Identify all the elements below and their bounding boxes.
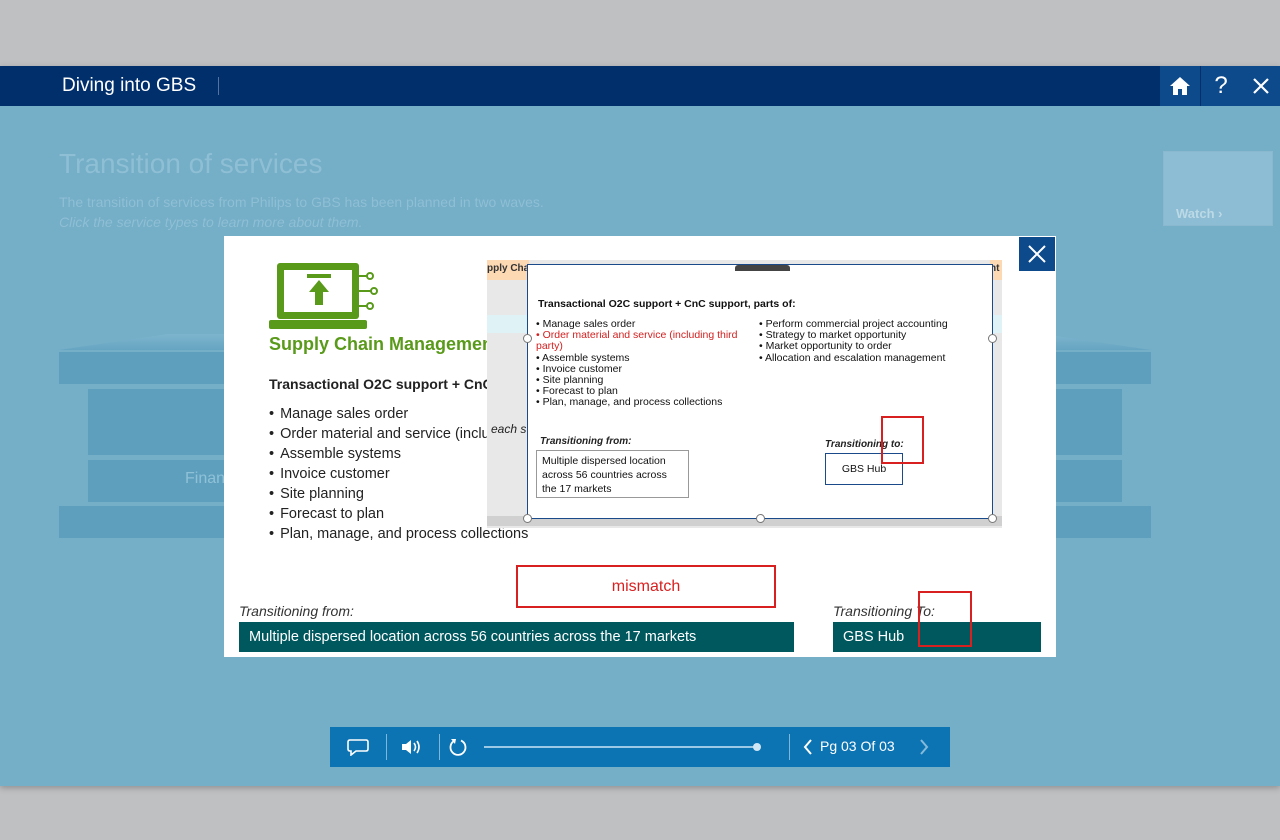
page-indicator: Pg 03 Of 03 xyxy=(820,738,895,754)
supply-chain-icon xyxy=(269,263,378,329)
previous-page-button[interactable] xyxy=(796,735,820,759)
replay-button[interactable] xyxy=(446,735,470,759)
resize-handle[interactable] xyxy=(523,514,532,523)
reference-list-right: Perform commercial project accountingStr… xyxy=(759,318,979,364)
comments-button[interactable] xyxy=(346,735,370,759)
resize-handle[interactable] xyxy=(988,334,997,343)
close-icon xyxy=(1028,245,1046,263)
reference-list-item: Market opportunity to order xyxy=(759,341,979,352)
to-red-highlight xyxy=(918,591,972,647)
watch-video-button[interactable]: Watch › xyxy=(1163,151,1273,226)
player-divider xyxy=(439,734,440,760)
progress-slider[interactable] xyxy=(484,743,762,751)
watch-label: Watch › xyxy=(1176,206,1223,221)
reference-screenshot: pply Chai nt each s Transactional O2C su… xyxy=(487,260,1002,528)
home-icon xyxy=(1170,77,1190,95)
reference-drag-handle[interactable] xyxy=(735,265,790,271)
resize-handle[interactable] xyxy=(988,514,997,523)
reference-list-item: Order material and service (including th… xyxy=(536,329,756,352)
transitioning-from-value: Multiple dispersed location across 56 co… xyxy=(239,622,794,652)
title-separator xyxy=(218,77,219,95)
mismatch-annotation: mismatch xyxy=(516,565,776,608)
chevron-right-icon xyxy=(920,739,929,755)
modal-subtitle: Transactional O2C support + CnC support,… xyxy=(269,376,491,392)
player-bar: Pg 03 Of 03 xyxy=(330,727,950,767)
title-bar: Diving into GBS ? xyxy=(0,66,1280,106)
reference-list-left: Manage sales orderOrder material and ser… xyxy=(536,318,756,409)
close-icon xyxy=(1253,78,1269,94)
modal-title: Supply Chain Management xyxy=(269,334,491,354)
replay-icon xyxy=(449,739,467,756)
service-detail-modal: Supply Chain Management Transactional O2… xyxy=(224,236,1056,657)
finance-label: Finan xyxy=(185,470,226,487)
reference-tab-left: pply Chai xyxy=(487,260,529,280)
reference-list-item: Allocation and escalation management xyxy=(759,352,979,364)
reference-fragment: each s xyxy=(491,422,527,436)
reference-from-value: Multiple dispersed location across 56 co… xyxy=(536,450,689,498)
reference-red-highlight xyxy=(881,416,924,464)
app-title: Diving into GBS xyxy=(62,75,197,96)
volume-button[interactable] xyxy=(400,735,424,759)
player-divider xyxy=(386,734,387,760)
resize-handle[interactable] xyxy=(523,334,532,343)
page-instruction: Click the service types to learn more ab… xyxy=(59,214,363,230)
reference-card: Transactional O2C support + CnC support,… xyxy=(523,264,997,523)
chevron-left-icon xyxy=(803,739,812,755)
reference-from-label: Transitioning from: xyxy=(540,436,632,447)
close-app-button[interactable] xyxy=(1241,66,1280,106)
reference-heading: Transactional O2C support + CnC support,… xyxy=(538,298,796,310)
close-modal-button[interactable] xyxy=(1019,237,1055,271)
player-divider xyxy=(789,734,790,760)
next-page-button[interactable] xyxy=(912,735,936,759)
page-heading: Transition of services xyxy=(59,148,323,179)
reference-list-item: Plan, manage, and process collections xyxy=(536,397,756,408)
home-button[interactable] xyxy=(1160,66,1200,106)
page-intro: The transition of services from Philips … xyxy=(59,194,544,210)
resize-handle[interactable] xyxy=(756,514,765,523)
transitioning-from-label: Transitioning from: xyxy=(239,603,354,619)
volume-icon xyxy=(402,740,420,754)
progress-handle[interactable] xyxy=(753,743,762,751)
help-button[interactable]: ? xyxy=(1201,66,1241,106)
comment-icon xyxy=(347,739,369,756)
progress-fill xyxy=(484,746,758,748)
